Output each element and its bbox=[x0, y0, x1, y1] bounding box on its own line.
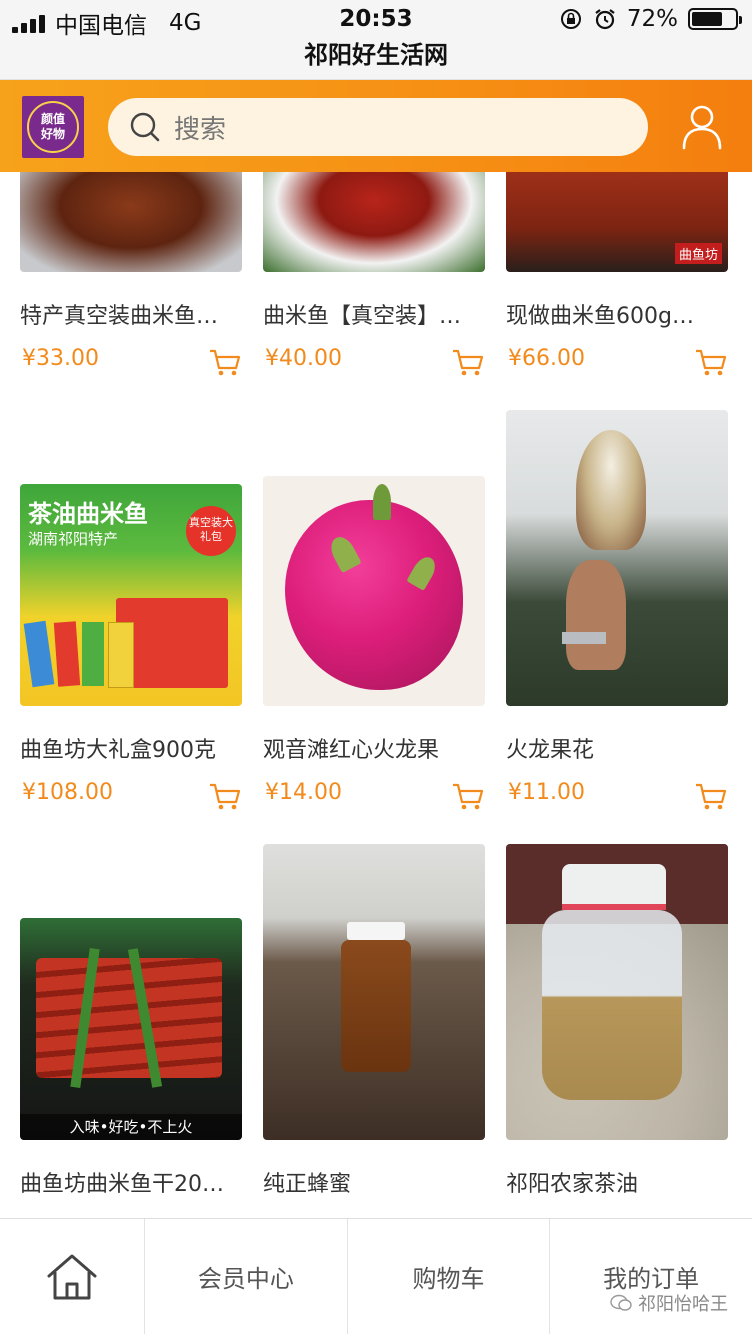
product-name-5: 观音滩红心火龙果 bbox=[263, 738, 440, 763]
product-grid: 特产真空装曲米鱼… ¥33.00 曲米鱼【真空装】… ¥40.00 曲鱼坊 现做… bbox=[0, 172, 752, 1218]
watermark-text: 祁阳怡哈王 bbox=[638, 1294, 728, 1315]
product-image-4-subtitle: 湖南祁阳特产 bbox=[28, 530, 119, 548]
product-price-6: ¥11.00 bbox=[508, 780, 585, 805]
cart-icon[interactable] bbox=[451, 782, 485, 812]
product-card-1[interactable]: 特产真空装曲米鱼… ¥33.00 bbox=[20, 172, 242, 392]
product-price-2: ¥40.00 bbox=[265, 346, 342, 371]
product-price-5: ¥14.00 bbox=[265, 780, 342, 805]
watermark: 祁阳怡哈王 bbox=[610, 1290, 728, 1316]
battery-icon bbox=[688, 8, 742, 30]
product-name-9: 祁阳农家茶油 bbox=[506, 1172, 639, 1197]
wechat-icon bbox=[610, 1294, 632, 1311]
product-image-9 bbox=[506, 844, 728, 1140]
product-card-8[interactable]: 纯正蜂蜜 bbox=[263, 844, 485, 1218]
product-image-5 bbox=[263, 476, 485, 706]
product-image-4: 茶油曲米鱼 湖南祁阳特产 真空装大礼包 bbox=[20, 484, 242, 706]
product-card-3[interactable]: 曲鱼坊 现做曲米鱼600g… ¥66.00 bbox=[506, 172, 728, 392]
product-name-3: 现做曲米鱼600g… bbox=[506, 304, 694, 329]
product-name-4: 曲鱼坊大礼盒900克 bbox=[20, 738, 216, 763]
alarm-icon bbox=[595, 9, 615, 30]
product-image-8 bbox=[263, 844, 485, 1140]
product-price-1: ¥33.00 bbox=[22, 346, 99, 371]
search-icon bbox=[130, 112, 160, 142]
logo-text-line1: 颜值 bbox=[40, 112, 65, 126]
page-title: 祁阳好生活网 bbox=[304, 41, 448, 69]
home-icon bbox=[47, 1254, 97, 1299]
cart-icon[interactable] bbox=[694, 782, 728, 812]
product-card-2[interactable]: 曲米鱼【真空装】… ¥40.00 bbox=[263, 172, 485, 392]
status-right: 72% bbox=[559, 6, 742, 32]
product-image-3-text: 曲鱼坊 bbox=[674, 243, 722, 264]
product-price-4: ¥108.00 bbox=[22, 780, 113, 805]
product-card-9[interactable]: 祁阳农家茶油 bbox=[506, 844, 728, 1218]
status-bar: 中国电信 4G 20:53 72% bbox=[0, 0, 752, 40]
product-image-3: 曲鱼坊 bbox=[506, 172, 728, 272]
product-card-5[interactable]: 观音滩红心火龙果 ¥14.00 bbox=[263, 410, 485, 830]
product-name-1: 特产真空装曲米鱼… bbox=[20, 304, 219, 329]
logo-text-line2: 好物 bbox=[40, 127, 65, 141]
nav-member-center[interactable]: 会员中心 bbox=[145, 1219, 348, 1334]
battery-percent: 72% bbox=[626, 6, 678, 32]
search-input[interactable]: 搜索 bbox=[108, 98, 648, 156]
product-image-4-title: 茶油曲米鱼 bbox=[28, 500, 148, 528]
product-name-7: 曲鱼坊曲米鱼干20… bbox=[20, 1172, 224, 1197]
rotation-lock-icon bbox=[560, 9, 581, 29]
cart-icon[interactable] bbox=[694, 348, 728, 378]
product-price-3: ¥66.00 bbox=[508, 346, 585, 371]
product-name-8: 纯正蜂蜜 bbox=[263, 1172, 352, 1197]
product-image-7-caption: 入味•好吃•不上火 bbox=[20, 1114, 242, 1140]
user-icon[interactable] bbox=[680, 102, 724, 150]
nav-home[interactable] bbox=[0, 1219, 145, 1334]
product-card-7[interactable]: 入味•好吃•不上火 曲鱼坊曲米鱼干20… bbox=[20, 844, 242, 1218]
title-bar: 祁阳好生活网 bbox=[0, 40, 752, 80]
cart-icon[interactable] bbox=[208, 348, 242, 378]
brand-logo[interactable]: 颜值 好物 bbox=[22, 96, 84, 158]
nav-cart[interactable]: 购物车 bbox=[348, 1219, 551, 1334]
app-header: 颜值 好物 搜索 bbox=[0, 80, 752, 172]
product-image-4-badge: 真空装大礼包 bbox=[186, 506, 236, 556]
product-name-6: 火龙果花 bbox=[506, 738, 595, 763]
cart-icon[interactable] bbox=[451, 348, 485, 378]
nav-my-orders[interactable]: 我的订单 bbox=[550, 1219, 752, 1334]
cart-icon[interactable] bbox=[208, 782, 242, 812]
search-placeholder: 搜索 bbox=[174, 114, 227, 145]
bottom-nav: 会员中心 购物车 我的订单 bbox=[0, 1218, 752, 1334]
product-image-1 bbox=[20, 172, 242, 272]
product-name-2: 曲米鱼【真空装】… bbox=[263, 304, 462, 329]
product-card-6[interactable]: 火龙果花 ¥11.00 bbox=[506, 410, 728, 830]
product-image-6 bbox=[506, 410, 728, 706]
product-image-2 bbox=[263, 172, 485, 272]
product-image-7: 入味•好吃•不上火 bbox=[20, 918, 242, 1140]
product-card-4[interactable]: 茶油曲米鱼 湖南祁阳特产 真空装大礼包 曲鱼坊大礼盒900克 ¥108.00 bbox=[20, 410, 242, 830]
